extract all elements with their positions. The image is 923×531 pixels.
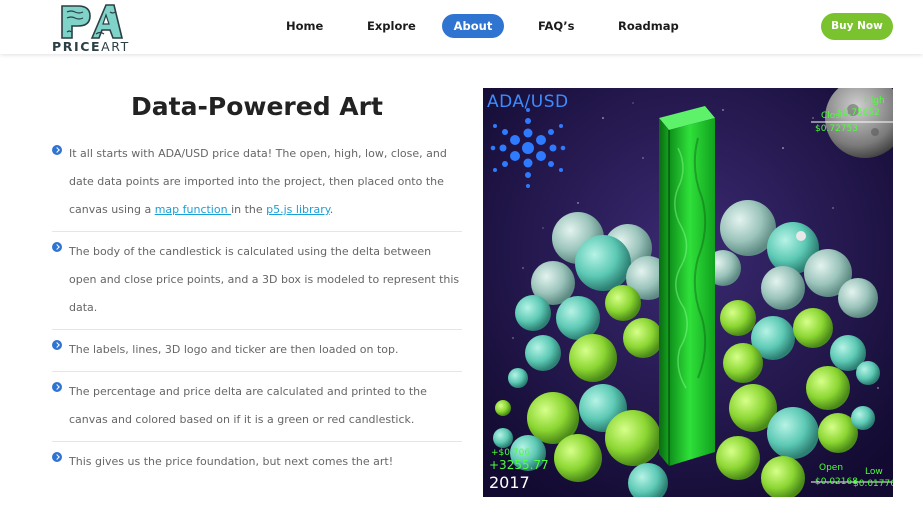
- low-label: Low: [865, 467, 883, 477]
- list-item-text: This gives us the price foundation, but …: [69, 455, 394, 468]
- map-function-link[interactable]: map function: [155, 203, 231, 216]
- list-item-text: The percentage and price delta are calcu…: [69, 385, 427, 426]
- divider: [52, 329, 462, 330]
- list-item-text: It all starts with ADA/USD price data! T…: [69, 147, 447, 216]
- nav-explore[interactable]: Explore: [367, 14, 416, 38]
- list-item: The labels, lines, 3D logo and ticker ar…: [52, 336, 462, 364]
- list-item: The percentage and price delta are calcu…: [52, 378, 462, 434]
- pair-label: ADA/USD: [487, 92, 569, 112]
- logo-wordmark: PRICEART: [52, 39, 130, 54]
- pricert-logo[interactable]: PRICEART: [52, 2, 132, 54]
- logo-mark-icon: [61, 4, 124, 39]
- low-value: $0.01776: [853, 479, 893, 489]
- list-item-text: The labels, lines, 3D logo and ticker ar…: [69, 343, 399, 356]
- year-label: 2017: [489, 473, 530, 492]
- nav-home[interactable]: Home: [286, 14, 323, 38]
- p5js-library-link[interactable]: p5.js library: [266, 203, 330, 216]
- site-header: PRICEART Home Explore About FAQ’s Roadma…: [0, 0, 923, 54]
- buy-now-button[interactable]: Buy Now: [821, 13, 893, 40]
- nav-faqs[interactable]: FAQ’s: [538, 14, 574, 38]
- candlestick-artwork: ADA/USD High $0.75652 Close $0.72753 +$0…: [483, 88, 893, 497]
- divider: [52, 371, 462, 372]
- close-value: $0.72753: [815, 124, 858, 134]
- artwork-canvas: [483, 88, 893, 497]
- candlestick-body: [659, 106, 715, 466]
- divider: [52, 231, 462, 232]
- delta-percent: +3255.77: [489, 458, 549, 472]
- list-item: This gives us the price foundation, but …: [52, 448, 462, 476]
- divider: [52, 441, 462, 442]
- chevron-right-icon: [52, 145, 62, 155]
- open-value: $0.02168: [815, 477, 858, 487]
- open-label: Open: [819, 463, 844, 473]
- list-item: It all starts with ADA/USD price data! T…: [52, 140, 462, 224]
- high-label: High: [864, 96, 885, 106]
- chevron-right-icon: [52, 242, 62, 252]
- chevron-right-icon: [52, 382, 62, 392]
- close-label: Close: [821, 111, 846, 121]
- nav-roadmap[interactable]: Roadmap: [618, 14, 679, 38]
- nav-about-active[interactable]: About: [442, 14, 504, 38]
- section-title: Data-Powered Art: [131, 92, 383, 121]
- list-item: The body of the candlestick is calculate…: [52, 238, 462, 322]
- delta-price: +$0.706: [491, 448, 531, 458]
- list-item-text: The body of the candlestick is calculate…: [69, 245, 460, 314]
- chevron-right-icon: [52, 340, 62, 350]
- chevron-right-icon: [52, 452, 62, 462]
